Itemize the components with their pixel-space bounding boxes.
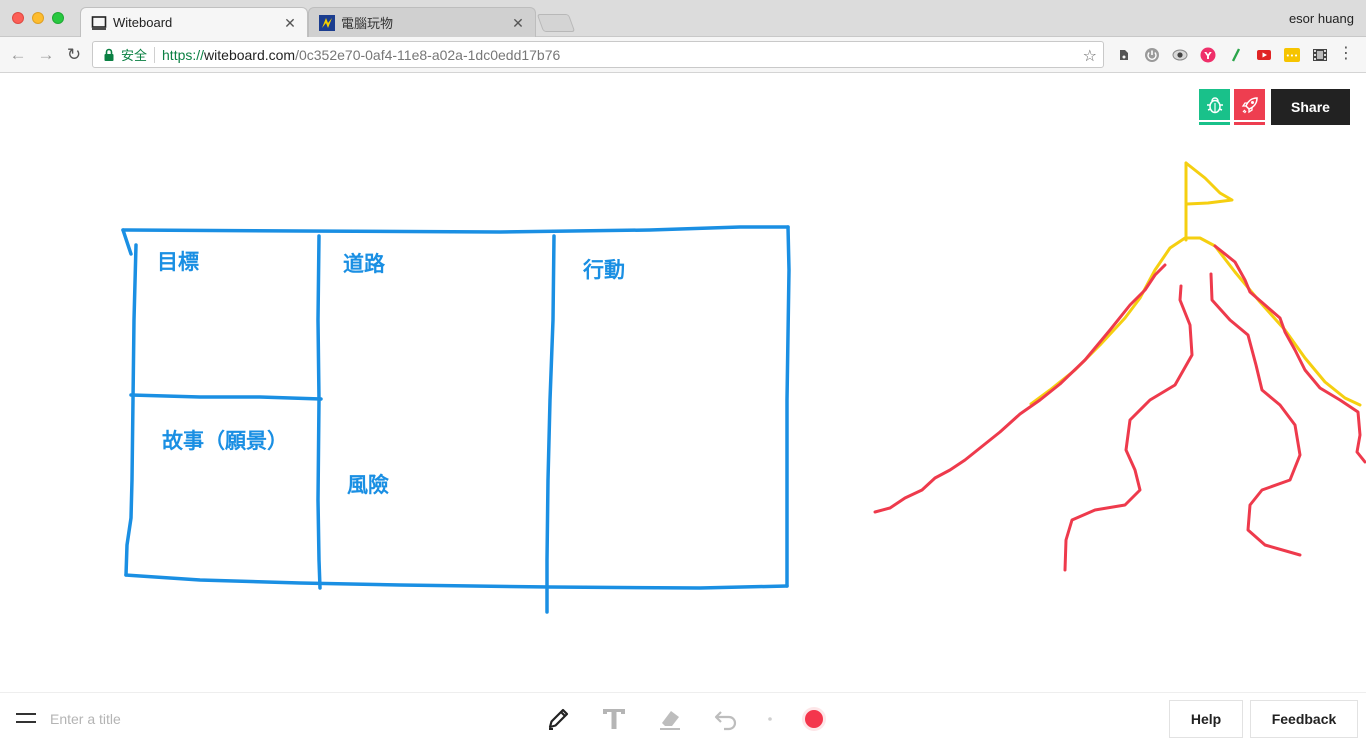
- window-close-button[interactable]: [12, 12, 24, 24]
- feedback-button[interactable]: Feedback: [1250, 700, 1358, 738]
- svg-text:•••: •••: [1286, 52, 1298, 60]
- label-action: 行動: [583, 258, 625, 282]
- text-icon: [603, 709, 625, 729]
- top-actions: Share: [1199, 89, 1350, 125]
- undo-button[interactable]: [708, 702, 744, 736]
- undo-icon: [714, 711, 737, 731]
- rocket-button[interactable]: [1234, 89, 1265, 125]
- pink-extension-icon[interactable]: Y: [1200, 47, 1216, 63]
- label-story: 故事（願景）: [162, 429, 288, 453]
- browser-tab-bar: Witeboard ✕ 電腦玩物 ✕ esor huang: [0, 0, 1366, 37]
- tile-underline: [1199, 122, 1230, 125]
- url-host: witeboard.com: [204, 46, 296, 63]
- back-arrow-icon[interactable]: ←: [8, 45, 28, 65]
- label-road: 道路: [343, 252, 385, 276]
- active-color-swatch: [802, 707, 826, 731]
- table-left-edge: [121, 228, 138, 577]
- table-top-edge: [121, 225, 790, 234]
- tile-underline: [1234, 122, 1265, 125]
- blue-table-strokes: [121, 225, 791, 614]
- red-ridge-strokes: [873, 244, 1366, 572]
- divider-goal-road: [316, 234, 322, 590]
- red-play-icon[interactable]: [1256, 47, 1272, 63]
- eraser-tool-button[interactable]: [652, 702, 688, 736]
- tab-witeboard[interactable]: Witeboard ✕: [80, 7, 308, 37]
- divider-road-action: [545, 234, 556, 614]
- drawing-tools: [540, 702, 852, 736]
- witeboard-favicon-icon: [91, 15, 107, 30]
- window-zoom-button[interactable]: [52, 12, 64, 24]
- window-minimize-button[interactable]: [32, 12, 44, 24]
- stroke-size-button[interactable]: [764, 702, 776, 736]
- new-tab-button[interactable]: [536, 14, 576, 32]
- pencil-tool-button[interactable]: [540, 702, 576, 736]
- rocket-icon: [1241, 96, 1258, 113]
- table-bottom-edge: [124, 573, 789, 590]
- center-ridge-right: [1209, 272, 1302, 557]
- reload-icon[interactable]: ↻: [64, 45, 84, 65]
- browser-toolbar: ← → ↻ 安全 https://witeboard.com/0c352e70-…: [0, 37, 1366, 73]
- help-button[interactable]: Help: [1169, 700, 1243, 738]
- bottom-toolbar: Help Feedback: [0, 692, 1366, 745]
- whiteboard-page: 目標 道路 行動 故事（願景） 風險 Share: [0, 74, 1366, 692]
- pencil-icon: [548, 708, 569, 730]
- green-slash-icon[interactable]: [1228, 47, 1244, 63]
- tab-title: Witeboard: [113, 15, 173, 30]
- eraser-icon: [660, 711, 680, 730]
- stroke-size-icon: [768, 717, 772, 721]
- table-right-edge: [785, 225, 791, 588]
- yellow-mountain-strokes: [1029, 161, 1362, 407]
- left-ridge: [873, 263, 1167, 514]
- label-goal: 目標: [157, 250, 199, 274]
- label-risk: 風險: [347, 473, 389, 497]
- board-title-input[interactable]: [50, 707, 350, 731]
- tab-title: 電腦玩物: [341, 16, 394, 31]
- omnibox-divider: [154, 46, 156, 63]
- browser-menu-icon[interactable]: ⋮: [1338, 46, 1354, 62]
- film-icon[interactable]: [1312, 47, 1328, 63]
- power-icon[interactable]: [1144, 47, 1160, 63]
- url-path: /0c352e70-0af4-11e8-a02a-1dc0edd17b76: [295, 46, 561, 63]
- right-ridge: [1213, 244, 1366, 464]
- forward-arrow-icon[interactable]: →: [36, 45, 56, 65]
- eye-icon[interactable]: [1172, 47, 1188, 63]
- mountain-outline: [1029, 236, 1362, 407]
- yellow-extension-icon[interactable]: •••: [1284, 47, 1300, 63]
- bug-report-button[interactable]: [1199, 89, 1230, 125]
- security-label: 安全: [121, 49, 148, 64]
- hamburger-menu-icon[interactable]: [16, 713, 36, 723]
- svg-text:Y: Y: [1203, 51, 1212, 62]
- share-button[interactable]: Share: [1271, 89, 1350, 125]
- lock-icon: [104, 48, 114, 61]
- tab-close-icon[interactable]: ✕: [511, 16, 525, 30]
- playpcesor-favicon-icon: [319, 14, 335, 31]
- tab-playpcesor[interactable]: 電腦玩物 ✕: [308, 7, 536, 37]
- flag: [1184, 161, 1234, 206]
- bug-icon: [1206, 96, 1223, 113]
- center-ridge-left: [1063, 284, 1194, 572]
- drawing-canvas[interactable]: [0, 74, 1366, 692]
- text-tool-button[interactable]: [596, 702, 632, 736]
- bookmark-star-icon[interactable]: ☆: [1083, 46, 1097, 66]
- address-bar[interactable]: 安全 https://witeboard.com/0c352e70-0af4-1…: [92, 41, 1104, 68]
- profile-name[interactable]: esor huang: [1289, 11, 1354, 26]
- tab-close-icon[interactable]: ✕: [283, 16, 297, 30]
- color-picker-button[interactable]: [796, 702, 832, 736]
- url-scheme: https://: [162, 46, 205, 63]
- divider-goal-story: [129, 393, 323, 401]
- evernote-icon[interactable]: [1116, 47, 1132, 63]
